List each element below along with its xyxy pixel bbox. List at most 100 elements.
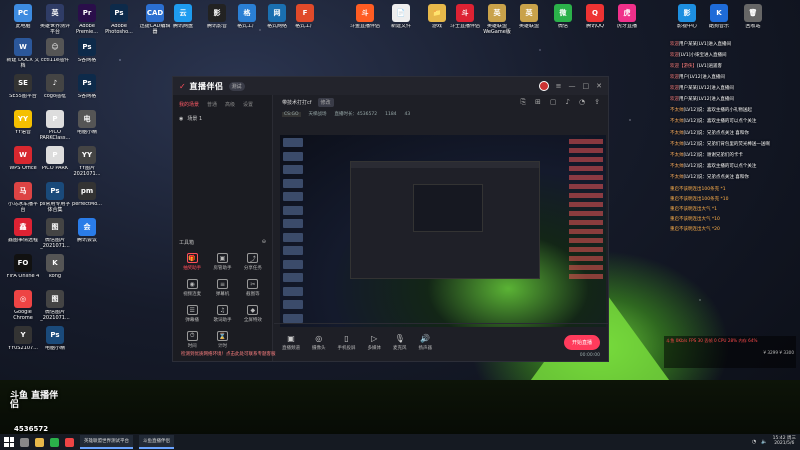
desktop-icon[interactable]: 📄 新建文件 — [384, 4, 418, 30]
toolbox-settings-icon[interactable]: ⊖ — [262, 239, 266, 246]
menu-icon[interactable]: ≡ — [556, 82, 562, 90]
desktop-icon[interactable]: K 酷狗音乐 — [702, 4, 736, 30]
desktop-icon[interactable]: Ps Adobe Photosho... — [102, 4, 136, 36]
taskbar-app-2[interactable]: 斗鱼直播伴侣 — [139, 435, 174, 449]
tool-button[interactable]: ⌛ 计时 — [207, 331, 237, 349]
source-button[interactable]: ◎ 摄像头 — [312, 334, 326, 351]
clock[interactable]: 15:42 周三 2021/5/6 — [773, 436, 796, 447]
desktop-icon[interactable]: FO FIFA Online 4 — [6, 254, 40, 280]
desktop-icon[interactable]: Q 腾讯QQ — [578, 4, 612, 30]
desktop-icon[interactable]: F 格式工厂 — [288, 4, 322, 30]
desktop-icon[interactable]: 英英雄联盟 WeGame版 — [480, 4, 514, 36]
desktop-icon[interactable]: 影腾讯影音 — [200, 4, 234, 30]
desktop-icon[interactable]: 影影视中心 — [670, 4, 704, 30]
search-icon[interactable] — [20, 437, 29, 447]
app-icon: 斗 — [356, 4, 374, 22]
streaming-app-window[interactable]: ✓ 直播伴侣 测试 ≡ — □ ✕ 我的场景 普通 高级 设置 ◉ 场景 1 工具箱 … — [172, 76, 609, 362]
app-icon: Pr — [78, 4, 96, 22]
desktop-icon[interactable]: Ps S各网格 — [70, 38, 104, 64]
edit-title-button[interactable]: 修改 — [317, 97, 334, 107]
source-button[interactable]: 🔊 扬声器 — [419, 334, 433, 351]
desktop-icon[interactable]: ♪ cogo插框 — [38, 74, 72, 100]
chrome-icon[interactable] — [65, 437, 74, 447]
desktop-icon[interactable]: SE SE55图平台 — [6, 74, 40, 100]
desktop-icon[interactable]: 🗑 回收站 — [736, 4, 770, 30]
network-notice[interactable]: 检测到优质网络环境！点击此处可联系专题客服 — [181, 351, 276, 357]
desktop-icon[interactable]: 斗斗士直播伴侣 — [448, 4, 482, 30]
desktop-icon[interactable]: 图微信图片_2021071... — [38, 290, 72, 322]
user-avatar[interactable] — [538, 81, 549, 91]
chat-user: 不太帅 — [670, 108, 684, 114]
desktop-icon[interactable]: W WPS Office — [6, 146, 40, 172]
start-button[interactable] — [4, 437, 14, 447]
eye-icon[interactable]: ◉ — [179, 116, 183, 122]
desktop-icon[interactable]: Ps S各网格 — [70, 74, 104, 100]
wechat-icon[interactable] — [50, 437, 59, 447]
desktop-icon[interactable]: 格格式工厂 — [230, 4, 264, 30]
scene-tab[interactable]: 普通 — [207, 101, 217, 108]
desktop-icon[interactable]: PC 此电脑 — [6, 4, 40, 30]
desktop-icon[interactable]: 英英雄世界测评平台 — [38, 4, 72, 36]
start-live-button[interactable]: 开始直播 — [563, 335, 600, 350]
tool-button[interactable]: ♫ 歌词助手 — [207, 305, 237, 323]
scene-tab[interactable]: 我的场景 — [179, 101, 199, 108]
minimize-icon[interactable]: — — [569, 82, 576, 90]
desktop-icon[interactable]: YY YY语音 — [6, 110, 40, 136]
tool-button[interactable]: ▣ 房管助手 — [207, 253, 237, 271]
desktop-icon[interactable]: 虎虎牙直播 — [610, 4, 644, 30]
desktop-icon[interactable]: 微微信 — [546, 4, 580, 30]
desktop-icon[interactable]: 会腾讯会议 — [70, 218, 104, 244]
close-icon[interactable]: ✕ — [596, 82, 602, 90]
tool-button[interactable]: ⤴ 分享任务 — [238, 253, 268, 271]
desktop-icon[interactable]: Y YY0S2107... — [6, 326, 40, 352]
desktop-icon[interactable]: pm perfectMo... — [70, 182, 104, 208]
desktop-icon[interactable]: 电电脑小精 — [70, 110, 104, 136]
tool-button[interactable]: ≡ 弹幕机 — [207, 279, 237, 297]
source-button[interactable]: ▯ 手机投屏 — [338, 334, 356, 351]
taskbar-app-1[interactable]: 英雄联盟世界测试平台 — [80, 435, 133, 449]
desktop-icon-label: SE55图平台 — [9, 94, 37, 99]
tool-button[interactable]: 🎁 抽奖助手 — [177, 253, 207, 271]
desktop-icon[interactable]: Kkong — [38, 254, 72, 280]
tool-button[interactable]: ◆ 全屏特效 — [238, 305, 268, 323]
desktop-icon[interactable]: ☺ ccti11e插件 — [38, 38, 72, 64]
desktop-icon[interactable]: Ps ps常用专用字体合集 — [38, 182, 72, 214]
source-button[interactable]: ▣ 直播频道 — [282, 334, 300, 351]
maximize-icon[interactable]: □ — [583, 82, 590, 90]
desktop-icon[interactable]: YY YY图片 2021071... — [70, 146, 104, 178]
desktop-icon[interactable]: P PICO PARKClass... — [38, 110, 72, 142]
desktop-icon[interactable]: Ps 电脑小精 — [38, 326, 72, 352]
bell-icon[interactable]: ♪ — [566, 98, 570, 107]
share-icon[interactable]: ⎘ — [520, 98, 526, 107]
source-button[interactable]: 🎙 麦克风 — [393, 334, 407, 351]
desktop-icon[interactable]: W 新建 DOCX 文档 — [6, 38, 40, 70]
folder-icon[interactable] — [35, 437, 44, 447]
desktop-icon[interactable]: 马小马冰车播平台 — [6, 182, 40, 214]
desktop-icon-label: 微信图片_2021071... — [40, 238, 70, 249]
scene-item[interactable]: ◉ 场景 1 — [173, 111, 272, 126]
desktop-icon[interactable]: 云腾讯网盘 — [166, 4, 200, 30]
douyu-watermark: 斗鱼 直播伴侣 — [10, 391, 59, 410]
app-titlebar[interactable]: ✓ 直播伴侣 测试 ≡ — □ ✕ — [173, 77, 608, 95]
scene-tab[interactable]: 高级 — [225, 101, 235, 108]
source-button[interactable]: ▷ 多媒体 — [368, 334, 382, 351]
desktop-icon[interactable]: 图微信图片_2021071... — [38, 218, 72, 250]
bell-icon-2[interactable]: ◔ — [579, 98, 585, 107]
tool-button[interactable]: ✂ 截图等 — [238, 279, 268, 297]
stream-preview[interactable] — [280, 135, 606, 327]
desktop-icon[interactable]: 英英雄联盟 — [512, 4, 546, 30]
network-icon[interactable]: ◔ — [752, 439, 756, 445]
share-icon-2[interactable]: ⇪ — [594, 98, 600, 107]
desktop-icon[interactable]: P PICO PARK — [38, 146, 72, 172]
tool-button[interactable]: ☰ 弹幕播 — [177, 305, 207, 323]
record-icon[interactable]: ⊞ — [535, 98, 541, 107]
tool-button[interactable]: ⏱ 时间 — [177, 331, 207, 349]
screenshot-icon[interactable]: ▢ — [550, 98, 557, 107]
desktop-icon[interactable]: Pr Adobe Premie... — [70, 4, 104, 36]
scene-tab[interactable]: 设置 — [243, 101, 253, 108]
desktop-icon[interactable]: ◎ Google Chrome — [6, 290, 40, 322]
volume-icon[interactable]: 🔈 — [761, 439, 767, 445]
desktop-icon[interactable]: 鑫鑫图事情远程 — [6, 218, 40, 244]
tool-button[interactable]: ◉ 视频连麦 — [177, 279, 207, 297]
desktop-icon[interactable]: 斗斗鱼直播伴侣 — [348, 4, 382, 30]
